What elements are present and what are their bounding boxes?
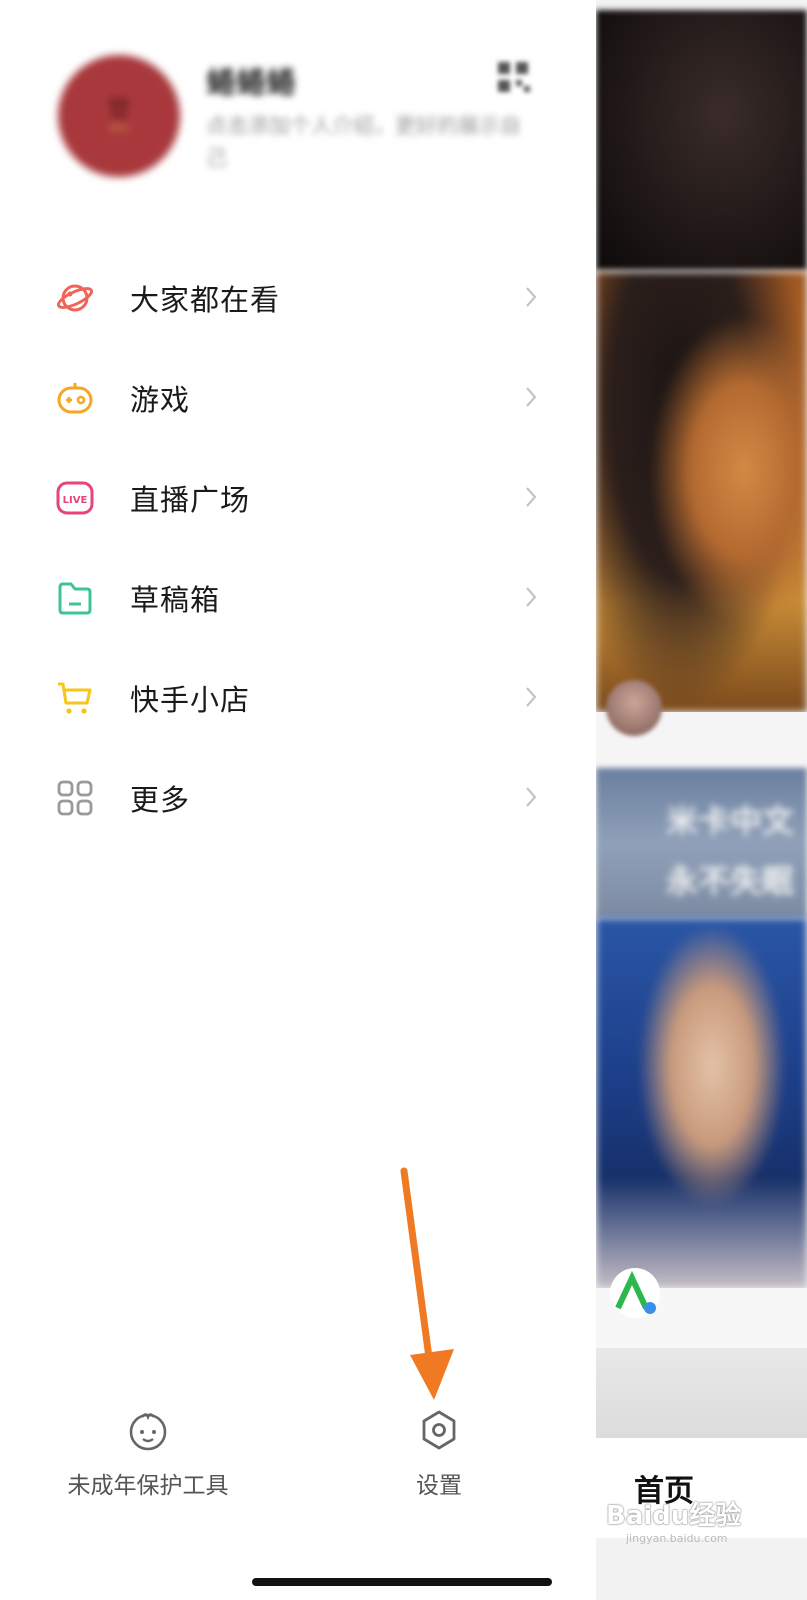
annotation-arrow [400, 1167, 454, 1400]
grid-icon [57, 780, 93, 816]
menu-item-label: 大家都在看 [130, 283, 281, 317]
settings-label: 设置 [416, 1473, 462, 1499]
feed-thumbnail[interactable] [596, 918, 807, 1288]
settings-button[interactable]: 设置 [398, 1408, 480, 1500]
author-avatar[interactable] [610, 1268, 660, 1318]
game-controller-icon [57, 383, 93, 414]
menu-item-label: 快手小店 [130, 683, 251, 717]
avatar-subtext: shu [109, 121, 129, 134]
settings-gear-icon [422, 1410, 456, 1450]
overlay-caption: 米卡中文 [666, 802, 795, 840]
live-icon: LIVE [56, 481, 94, 515]
author-avatar[interactable] [606, 680, 662, 736]
drawer-menu: 大家都在看 游戏 LIVE 直播广场 草稿箱 快手小店 更多 [0, 247, 596, 847]
minor-protection-button[interactable]: 未成年保护工具 [58, 1408, 238, 1500]
menu-item-label: 更多 [130, 783, 191, 817]
avatar[interactable]: 廿 shu [58, 55, 180, 177]
watermark-url: jingyan.baidu.com [626, 1532, 728, 1545]
chevron-right-icon [526, 687, 537, 707]
chevron-right-icon [526, 387, 537, 407]
overlay-caption: 永不失眠 [666, 862, 795, 900]
feed-thumbnail[interactable] [596, 1348, 807, 1438]
svg-text:LIVE: LIVE [63, 495, 88, 506]
menu-item-trending[interactable]: 大家都在看 [0, 247, 596, 347]
cart-icon [58, 682, 92, 714]
home-indicator [252, 1578, 552, 1586]
profile-header[interactable]: 廿 shu 蜷蜷蜷 点击添加个人介绍，更好的展示自己 [0, 0, 596, 200]
profile-bio[interactable]: 点击添加个人介绍，更好的展示自己 [206, 110, 526, 174]
background-feed[interactable]: 米卡中文 永不失眠 首页 Baidu经验 jingyan.baidu.com [596, 0, 807, 1600]
chevron-right-icon [526, 487, 537, 507]
feed-thumbnail[interactable] [596, 10, 807, 270]
menu-item-label: 游戏 [130, 383, 191, 417]
chevron-right-icon [526, 587, 537, 607]
baby-face-icon [129, 1413, 167, 1451]
side-drawer: 廿 shu 蜷蜷蜷 点击添加个人介绍，更好的展示自己 大家都在看 游戏 LIVE… [0, 0, 596, 1600]
menu-item-kuaishou-shop[interactable]: 快手小店 [0, 647, 596, 747]
menu-item-label: 草稿箱 [130, 583, 221, 617]
chevron-right-icon [526, 287, 537, 307]
feed-thumbnail[interactable]: 米卡中文 永不失眠 [596, 768, 807, 918]
chevron-right-icon [526, 787, 537, 807]
menu-item-drafts[interactable]: 草稿箱 [0, 547, 596, 647]
watermark: Baidu经验 [606, 1501, 742, 1531]
menu-item-label: 直播广场 [130, 483, 251, 517]
menu-item-more[interactable]: 更多 [0, 747, 596, 847]
qr-code-icon[interactable] [498, 62, 530, 94]
minor-protection-label: 未成年保护工具 [67, 1473, 229, 1499]
folder-icon [58, 582, 92, 615]
menu-item-games[interactable]: 游戏 [0, 347, 596, 447]
profile-name[interactable]: 蜷蜷蜷 [206, 58, 296, 102]
app-logo-icon [615, 1270, 656, 1314]
planet-icon [56, 284, 94, 312]
feed-thumbnail[interactable] [596, 272, 807, 712]
avatar-text: 廿 [107, 97, 130, 122]
menu-item-live-plaza[interactable]: LIVE 直播广场 [0, 447, 596, 547]
